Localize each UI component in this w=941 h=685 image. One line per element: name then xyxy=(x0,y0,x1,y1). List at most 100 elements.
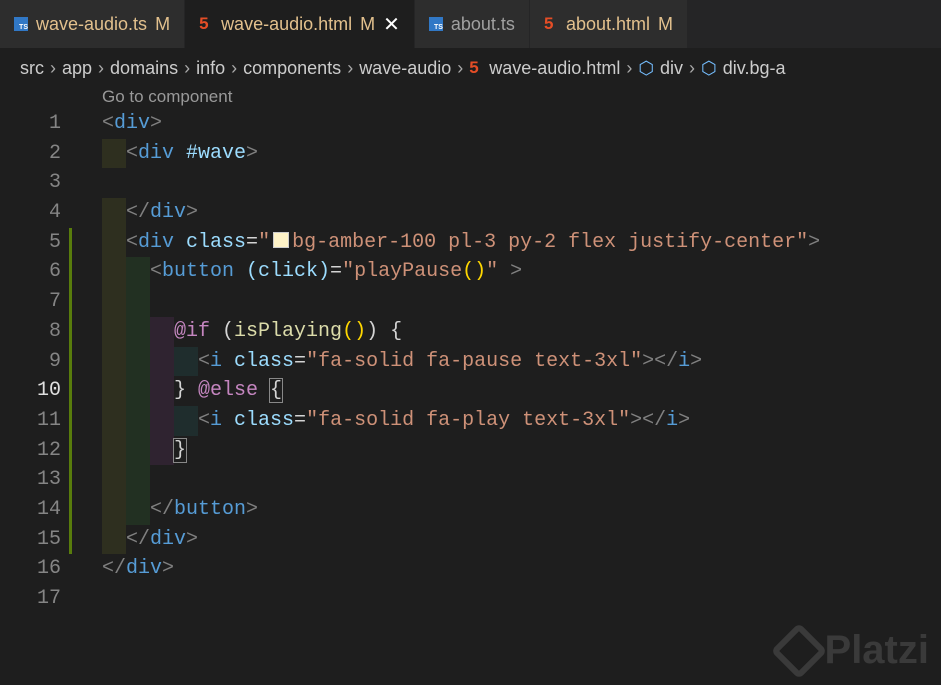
indent-guide xyxy=(102,227,126,258)
code-token: = xyxy=(246,230,259,254)
code-token: ( xyxy=(210,319,235,343)
indent-guide xyxy=(102,138,126,169)
indent-guide xyxy=(150,316,174,347)
code-line[interactable]: 10} @else { xyxy=(0,376,941,406)
code-line[interactable]: 9 <i class="fa-solid fa-pause text-3xl"><… xyxy=(0,346,941,377)
tab-about-ts[interactable]: TS about.ts xyxy=(414,0,530,48)
code-line[interactable]: 2 <div #wave> xyxy=(0,138,941,169)
indent-guide xyxy=(102,257,126,288)
indent-guide xyxy=(102,524,126,555)
breadcrumb-item[interactable]: div xyxy=(660,58,683,79)
line-number: 13 xyxy=(36,468,61,492)
code-token: < xyxy=(150,260,163,284)
code-token: div xyxy=(138,230,175,254)
code-line[interactable]: 12} xyxy=(0,435,941,466)
breadcrumb-item[interactable]: components xyxy=(243,58,341,79)
code-token: class xyxy=(222,349,295,373)
code-token: button xyxy=(162,260,235,284)
indent-guide xyxy=(102,287,126,317)
code-token: = xyxy=(294,408,307,432)
code-token: (click) xyxy=(234,260,331,284)
code-line[interactable]: 5 <div class=" bg-amber-100 pl-3 py-2 flex… xyxy=(0,227,941,258)
git-modified-gutter xyxy=(69,494,72,525)
git-modified-gutter xyxy=(69,346,72,377)
code-token: < xyxy=(102,112,115,135)
code-line[interactable]: 4 </div> xyxy=(0,198,941,228)
code-line[interactable]: 11 <i class="fa-solid fa-play text-3xl"><… xyxy=(0,405,941,436)
code-token: } xyxy=(172,437,188,463)
code-token: = xyxy=(294,349,307,373)
tab-about-html[interactable]: 5 about.html M xyxy=(529,0,688,48)
code-content: <div class=" bg-amber-100 pl-3 py-2 flex … xyxy=(102,227,821,258)
code-line[interactable]: 1 <div> xyxy=(0,109,941,139)
line-number: 16 xyxy=(36,557,61,581)
breadcrumb-item[interactable]: info xyxy=(196,58,225,79)
code-token: class xyxy=(174,230,247,254)
code-token: div xyxy=(114,112,151,135)
breadcrumb-item[interactable]: wave-audio xyxy=(359,58,451,79)
color-swatch[interactable] xyxy=(273,231,290,248)
html-file-icon: 5 xyxy=(543,14,554,33)
code-content: </button> xyxy=(102,494,258,525)
code-content: } xyxy=(102,435,188,466)
code-line[interactable]: 15 </div> xyxy=(0,524,941,555)
code-content: <div> xyxy=(102,109,162,139)
code-token: </ xyxy=(102,557,127,581)
breadcrumb-item[interactable]: wave-audio.html xyxy=(489,58,620,79)
git-modified-gutter xyxy=(69,405,72,436)
codelens-go-to-component[interactable]: Go to component xyxy=(102,87,232,107)
code-line[interactable]: 7 xyxy=(0,287,941,317)
indent-guide xyxy=(174,405,198,436)
code-line[interactable]: 14 </button> xyxy=(0,494,941,525)
indent-guide xyxy=(126,376,150,406)
line-number: 1 xyxy=(48,112,61,135)
indent-guide xyxy=(102,435,126,466)
line-number: 12 xyxy=(36,438,61,462)
breadcrumb-item[interactable]: domains xyxy=(110,58,178,79)
code-line[interactable]: 8 @if (isPlaying()) { xyxy=(0,316,941,347)
breadcrumb-item[interactable]: src xyxy=(20,58,44,79)
git-modified-gutter xyxy=(69,465,72,495)
code-token: i xyxy=(666,408,679,432)
chevron-right-icon: › xyxy=(50,57,56,78)
git-modified-gutter xyxy=(69,227,72,258)
code-editor[interactable]: 1 <div> 2 <div #wave> 3 4 </div> 5 <div class=" b… xyxy=(0,109,941,614)
code-token: > xyxy=(186,201,199,225)
breadcrumb-item[interactable]: div.bg-a xyxy=(723,58,786,79)
code-token: #wave xyxy=(174,141,247,165)
platzi-watermark: Platzi xyxy=(770,622,929,679)
code-token: > xyxy=(808,230,821,254)
line-number: 3 xyxy=(48,171,61,195)
ts-file-icon: TS xyxy=(428,17,443,31)
chevron-right-icon: › xyxy=(689,57,696,78)
code-token: ></ xyxy=(642,349,679,373)
modified-badge: M xyxy=(155,13,171,34)
close-icon[interactable]: ✕ xyxy=(383,12,400,37)
code-line[interactable]: 13 xyxy=(0,465,941,495)
indent-guide xyxy=(126,316,150,347)
line-number: 2 xyxy=(48,141,61,165)
code-token: = xyxy=(330,260,343,284)
code-line[interactable]: 17 xyxy=(0,584,941,614)
tab-wave-audio-html[interactable]: 5 wave-audio.html M ✕ xyxy=(185,0,415,48)
code-token: class xyxy=(222,408,295,432)
indent-guide xyxy=(126,494,150,525)
code-token: div xyxy=(126,557,163,581)
line-number: 15 xyxy=(36,527,61,551)
code-line[interactable]: 6 <button (click)="playPause()" > xyxy=(0,257,941,288)
indent-guide xyxy=(174,346,198,377)
code-line[interactable]: 16 </div> xyxy=(0,554,941,584)
indent-guide xyxy=(150,376,174,406)
breadcrumb-item[interactable]: app xyxy=(62,58,92,79)
indent-guide xyxy=(150,405,174,436)
code-token: < xyxy=(126,230,139,254)
watermark-text: Platzi xyxy=(824,628,929,672)
git-modified-gutter xyxy=(69,376,72,406)
code-line[interactable]: 3 xyxy=(0,168,941,198)
code-content: </div> xyxy=(102,198,198,228)
indent-guide xyxy=(150,346,174,377)
tab-wave-audio-ts[interactable]: TS wave-audio.ts M xyxy=(0,0,186,48)
code-token: > xyxy=(678,408,691,432)
line-number: 17 xyxy=(36,587,61,610)
code-token: i xyxy=(678,349,691,373)
